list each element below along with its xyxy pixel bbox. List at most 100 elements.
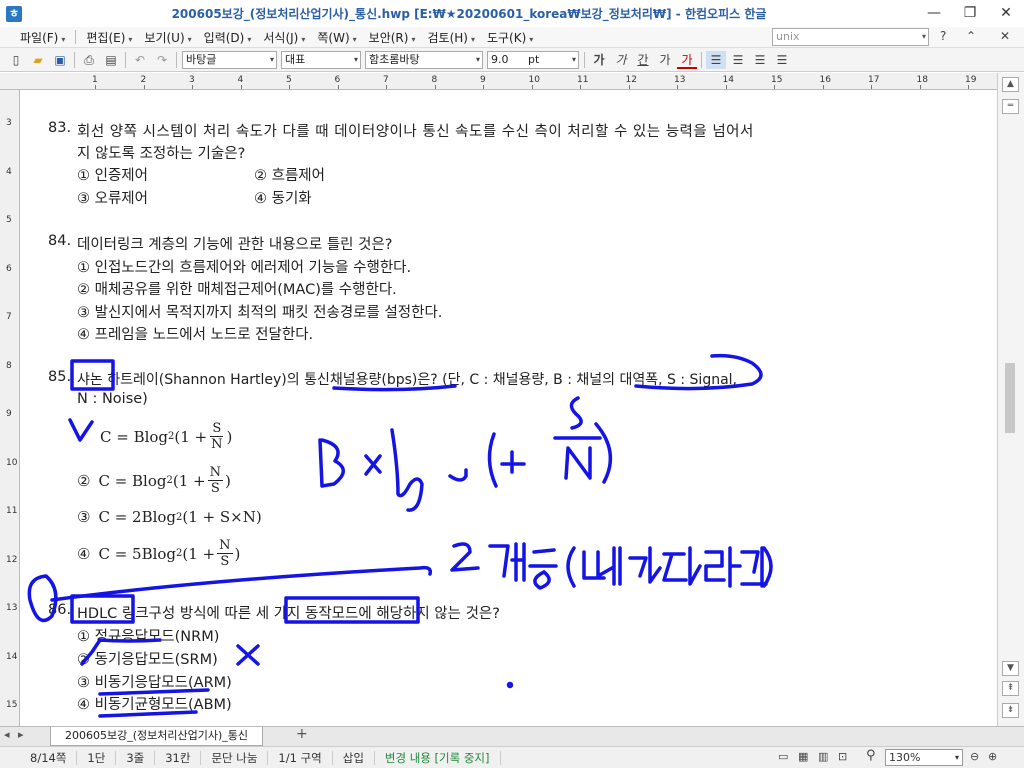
menu-review[interactable]: 검토(H) ▾	[421, 29, 480, 46]
print-icon[interactable]: ⎙	[79, 51, 99, 69]
ruler-tick	[725, 85, 727, 89]
ruler-number: 1	[92, 75, 98, 85]
q85-formula-4: ④ C = 5Blog 2 (1 + N S)	[77, 538, 241, 569]
status-insert-mode[interactable]: 삽입	[333, 750, 375, 765]
zoom-icon[interactable]: ⚲	[866, 748, 876, 763]
document-tab-bar: ◂ ▸ 200605보강_(정보처리산업기사)_통신 +	[0, 726, 1024, 746]
align-justify-icon[interactable]: ☰	[706, 50, 726, 69]
bold-button[interactable]: 가	[589, 51, 609, 69]
undo-icon[interactable]: ↶	[130, 51, 150, 69]
close-button[interactable]: ✕	[988, 0, 1024, 27]
ruler-number: 4	[6, 166, 12, 177]
vertical-ruler[interactable]: 345678910111213141516	[0, 90, 20, 759]
ruler-tick	[871, 85, 872, 89]
menu-insert[interactable]: 입력(D) ▾	[198, 29, 258, 46]
chevron-down-icon: ▾	[301, 34, 306, 44]
close-doc-icon[interactable]: ✕	[1000, 29, 1010, 43]
ruler-number: 7	[383, 75, 389, 85]
question-83-text-cont: 지 않도록 조정하는 기술은?	[77, 146, 246, 162]
redo-icon[interactable]: ↷	[152, 51, 172, 69]
zoom-select[interactable]: 130% ▾	[885, 749, 963, 766]
ruler-number: 11	[6, 506, 18, 516]
restore-button[interactable]: ❐	[952, 0, 988, 27]
ruler-number: 10	[528, 75, 540, 85]
menu-tools[interactable]: 도구(K) ▾	[481, 29, 539, 46]
split-view-icon[interactable]: ═	[1002, 99, 1019, 114]
ruler-number: 10	[6, 457, 18, 468]
preview-icon[interactable]: ▤	[101, 51, 121, 69]
ruler-tick	[483, 85, 484, 89]
menu-edit[interactable]: 편집(E) ▾	[80, 29, 138, 46]
horizontal-ruler[interactable]: 1 2 3 4 5 6 7 8 9 10 11 12 13 14 15 16 17 18 19	[0, 73, 1024, 90]
ruler-number: 13	[674, 75, 686, 85]
q85-formula-3: ③ C = 2Blog 2 (1 + S×N)	[77, 508, 262, 526]
chevron-down-icon: ▾	[352, 34, 357, 44]
question-85-text-cont: N : Noise)	[77, 391, 148, 407]
font-color-button[interactable]: 가	[677, 51, 697, 69]
save-icon[interactable]: ▣	[50, 51, 70, 69]
document-page[interactable]: 83. 회선 양쪽 시스템이 처리 속도가 다를 때 데이터양이나 통신 속도를…	[21, 91, 996, 726]
two-page-view-icon[interactable]: ▥	[818, 750, 828, 763]
language-select[interactable]: 대표 ▾	[281, 50, 361, 69]
align-right-icon[interactable]: ☰	[772, 51, 792, 69]
q83-option-3: ③ 오류제어	[77, 191, 148, 207]
menu-security[interactable]: 보안(R) ▾	[363, 29, 422, 46]
fit-page-icon[interactable]: ⊡	[838, 750, 847, 763]
ruler-number: 6	[6, 263, 12, 274]
ruler-number: 9	[6, 409, 12, 419]
minimize-button[interactable]: —	[916, 0, 952, 27]
font-size-input[interactable]: 9.0 pt ▾	[487, 50, 579, 69]
ribbon-collapse-icon[interactable]: ⌃	[966, 29, 976, 43]
chevron-down-icon: ▾	[128, 34, 133, 44]
menu-format[interactable]: 서식(J) ▾	[257, 29, 311, 46]
hwp-app-icon[interactable]: ㅎ	[6, 5, 22, 22]
question-83-text: 회선 양쪽 시스템이 처리 속도가 다를 때 데이터양이나 통신 속도를 수신 …	[77, 124, 754, 140]
new-document-icon[interactable]: ▯	[6, 51, 26, 69]
zoom-in-icon[interactable]: ⊕	[988, 750, 997, 763]
ruler-tick	[434, 85, 436, 89]
normal-view-icon[interactable]: ▭	[778, 750, 788, 763]
ruler-tick	[240, 85, 242, 89]
italic-button[interactable]: 가	[611, 51, 631, 69]
status-paragraph: 문단 나눔	[201, 750, 269, 765]
chevron-down-icon: ▾	[475, 54, 480, 64]
vertical-scrollbar[interactable]: ▲ ═ ▼ ⇞ ⇟	[997, 73, 1024, 726]
underline-button[interactable]: 간	[633, 51, 653, 69]
strikethrough-button[interactable]: 가	[655, 51, 675, 69]
status-page[interactable]: 8/14쪽	[0, 750, 78, 765]
toolbar-divider	[74, 51, 75, 68]
ruler-tick	[337, 85, 339, 89]
command-search-input[interactable]: unix ▾	[772, 28, 929, 46]
help-icon[interactable]: ?	[940, 29, 946, 43]
zoom-out-icon[interactable]: ⊖	[970, 750, 979, 763]
prev-page-button[interactable]: ⇞	[1002, 681, 1019, 696]
align-left-icon[interactable]: ☰	[728, 51, 748, 69]
menu-view[interactable]: 보기(U) ▾	[138, 29, 197, 46]
open-folder-icon[interactable]: ▰	[28, 51, 48, 69]
chevron-down-icon: ▾	[269, 54, 274, 64]
new-tab-button[interactable]: +	[296, 726, 308, 742]
q86-option-2: ② 동기응답모드(SRM)	[77, 652, 218, 668]
scroll-up-button[interactable]: ▲	[1002, 77, 1019, 92]
q84-option-1: ① 인접노드간의 흐름제어와 에러제어 기능을 수행한다.	[77, 260, 412, 276]
ruler-tick	[968, 85, 969, 89]
align-center-icon[interactable]: ☰	[750, 51, 770, 69]
font-select[interactable]: 함초롬바탕 ▾	[365, 50, 483, 69]
ruler-number: 12	[625, 75, 637, 85]
document-tab[interactable]: 200605보강_(정보처리산업기사)_통신	[50, 727, 264, 746]
chevron-down-icon: ▾	[470, 34, 475, 44]
menu-page[interactable]: 쪽(W) ▾	[311, 29, 362, 46]
status-track-changes[interactable]: 변경 내용 [기록 중지]	[375, 750, 501, 765]
chevron-down-icon: ▾	[353, 54, 358, 64]
page-view-icon[interactable]: ▦	[798, 750, 808, 763]
scroll-down-button[interactable]: ▼	[1002, 661, 1019, 676]
chevron-down-icon: ▾	[954, 753, 959, 762]
tab-prev-icon[interactable]: ◂	[4, 728, 10, 741]
style-select[interactable]: 바탕글 ▾	[182, 50, 277, 69]
menu-file[interactable]: 파일(F) ▾	[14, 29, 71, 46]
next-page-button[interactable]: ⇟	[1002, 703, 1019, 718]
q85-formula-1: C = Blog 2 (1 + S N)	[100, 421, 233, 452]
scrollbar-thumb[interactable]	[1005, 363, 1015, 433]
tab-next-icon[interactable]: ▸	[18, 728, 24, 741]
question-83-number: 83.	[48, 120, 72, 136]
